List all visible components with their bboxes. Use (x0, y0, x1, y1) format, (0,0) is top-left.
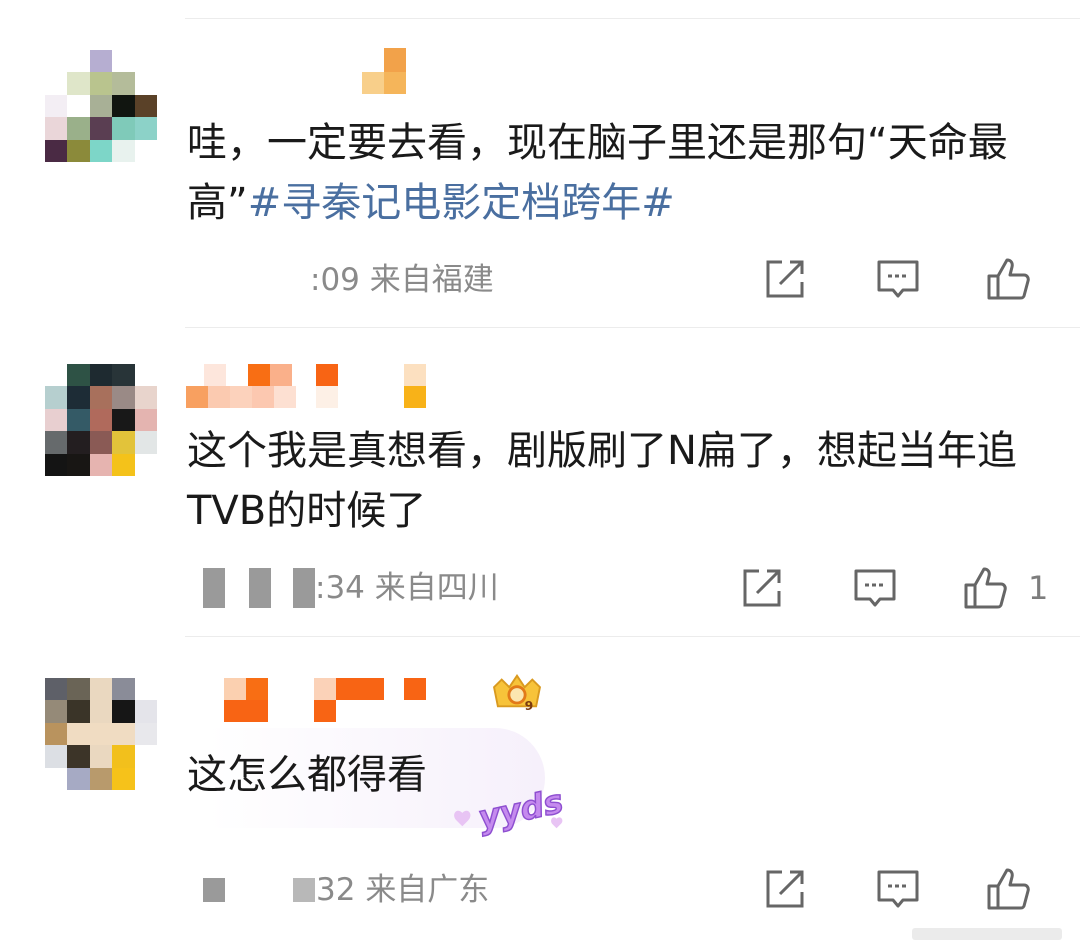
avatar[interactable] (45, 50, 157, 162)
like-count: 1 (1028, 569, 1049, 607)
divider (185, 636, 1080, 637)
comment-text: 哇，一定要去看，现在脑子里还是那句“天命最高”#寻秦记电影定档跨年# (187, 113, 1037, 233)
share-icon[interactable] (737, 563, 787, 613)
share-icon[interactable] (760, 254, 810, 304)
divider (185, 327, 1080, 328)
divider-top (185, 18, 1080, 19)
time-mosaic (203, 878, 225, 902)
comment-text: 这个我是真想看，剧版刷了N扁了，想起当年追TVB的时候了 (187, 428, 1017, 534)
time-mosaic (203, 568, 225, 608)
hashtag-link[interactable]: #寻秦记电影定档跨年# (248, 180, 675, 226)
crown-badge-icon[interactable]: 9 (488, 670, 546, 714)
avatar[interactable] (45, 364, 157, 476)
watermark-icon (912, 928, 1062, 940)
comment-icon[interactable] (850, 563, 900, 613)
comment-text: 这怎么都得看 (187, 752, 427, 798)
time-mosaic (293, 878, 315, 902)
comment-meta: :09 来自福建 (200, 260, 600, 300)
thumbs-up-icon[interactable] (962, 563, 1012, 613)
share-icon[interactable] (760, 864, 810, 914)
comment-location: 来自广东 (365, 872, 490, 908)
comment-meta: :34 来自四川 (200, 568, 600, 608)
yyds-sticker: yyds (454, 782, 567, 838)
comment-time: :34 来自四川 (315, 570, 499, 606)
username-mosaic[interactable] (186, 48, 416, 94)
comment-time: 32 来自广东 (316, 872, 490, 908)
username-mosaic[interactable] (186, 678, 446, 724)
avatar[interactable] (45, 678, 157, 790)
comment-meta: 32 来自广东 (200, 870, 600, 910)
time-mosaic (293, 568, 315, 608)
comment-icon[interactable] (873, 864, 923, 914)
svg-text:9: 9 (525, 698, 534, 713)
comment-icon[interactable] (873, 254, 923, 304)
svg-text:yyds: yyds (475, 782, 567, 837)
time-mosaic (249, 568, 271, 608)
thumbs-up-icon[interactable] (985, 864, 1035, 914)
thumbs-up-icon[interactable] (985, 254, 1035, 304)
comment-location: 来自四川 (374, 570, 499, 606)
comment-location: 来自福建 (369, 262, 494, 298)
username-mosaic[interactable] (186, 364, 446, 410)
comment-time: :09 来自福建 (310, 262, 494, 298)
